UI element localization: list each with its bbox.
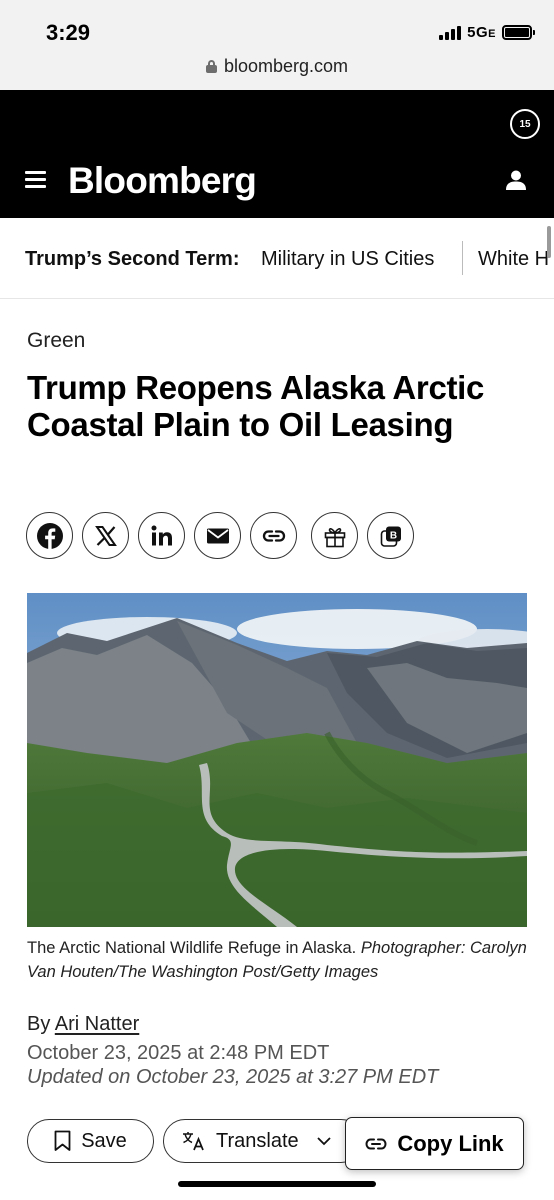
article-kicker[interactable]: Green xyxy=(27,329,85,353)
publish-date: October 23, 2025 at 2:48 PM EDT xyxy=(27,1042,330,1064)
updated-date: Updated on October 23, 2025 at 3:27 PM E… xyxy=(27,1066,439,1088)
share-linkedin-button[interactable] xyxy=(138,512,185,559)
facebook-icon xyxy=(36,522,63,549)
url-bar[interactable]: bloomberg.com xyxy=(0,56,554,77)
bloomberg-terminal-icon: B xyxy=(380,526,401,547)
author-link[interactable]: Ari Natter xyxy=(55,1013,139,1035)
translate-button[interactable]: Translate xyxy=(163,1119,363,1163)
terminal-share-button[interactable]: B xyxy=(367,512,414,559)
account-icon[interactable] xyxy=(505,169,527,191)
svg-text:B: B xyxy=(389,530,396,541)
link-icon xyxy=(365,1138,387,1149)
x-icon xyxy=(94,525,117,546)
battery-icon xyxy=(502,25,535,40)
copy-link-button[interactable]: Copy Link xyxy=(345,1117,524,1170)
share-facebook-button[interactable] xyxy=(26,512,73,559)
photo-caption: The Arctic National Wildlife Refuge in A… xyxy=(27,936,532,984)
lock-icon xyxy=(205,60,217,73)
linkedin-icon xyxy=(151,525,172,545)
cellular-signal-icon xyxy=(439,25,462,40)
menu-icon[interactable] xyxy=(25,171,46,188)
article-headline: Trump Reopens Alaska Arctic Coastal Plai… xyxy=(27,369,485,443)
share-email-button[interactable] xyxy=(194,512,241,559)
topic-divider xyxy=(462,241,463,275)
translate-label: Translate xyxy=(216,1129,299,1152)
byline-prefix: By xyxy=(27,1013,51,1035)
status-indicators: 5GE xyxy=(439,24,535,41)
status-time: 3:29 xyxy=(46,20,91,45)
scroll-indicator xyxy=(547,226,551,258)
topic-link-military[interactable]: Military in US Cities xyxy=(261,248,434,271)
bookmark-icon xyxy=(54,1130,71,1151)
topic-strip-label: Trump’s Second Term: xyxy=(25,248,240,270)
gift-article-button[interactable] xyxy=(311,512,358,559)
byline: By Ari Natter xyxy=(27,1013,139,1036)
url-text: bloomberg.com xyxy=(223,56,349,76)
home-indicator[interactable] xyxy=(178,1181,376,1187)
chevron-down-icon xyxy=(317,1136,331,1145)
link-icon xyxy=(262,529,285,542)
arctic-landscape-image xyxy=(27,593,527,927)
translate-icon xyxy=(183,1132,204,1151)
share-x-button[interactable] xyxy=(82,512,129,559)
bloomberg-logo[interactable]: Bloomberg xyxy=(68,160,257,202)
save-label: Save xyxy=(81,1129,127,1152)
share-bar: B xyxy=(26,512,414,559)
caption-text: The Arctic National Wildlife Refuge in A… xyxy=(27,939,357,957)
topic-link-white-house[interactable]: White H xyxy=(478,248,549,271)
save-button[interactable]: Save xyxy=(27,1119,154,1163)
copy-link-share-button[interactable] xyxy=(250,512,297,559)
gift-icon xyxy=(324,527,345,547)
notification-badge[interactable]: 15 xyxy=(510,109,540,139)
email-icon xyxy=(206,528,229,543)
hero-photo xyxy=(27,593,527,927)
network-type: 5GE xyxy=(467,24,496,41)
copy-link-label: Copy Link xyxy=(397,1130,504,1156)
status-bar: 3:29 5GE bloomberg.com xyxy=(0,0,554,90)
topic-strip: Trump’s Second Term: Military in US Citi… xyxy=(0,219,554,299)
